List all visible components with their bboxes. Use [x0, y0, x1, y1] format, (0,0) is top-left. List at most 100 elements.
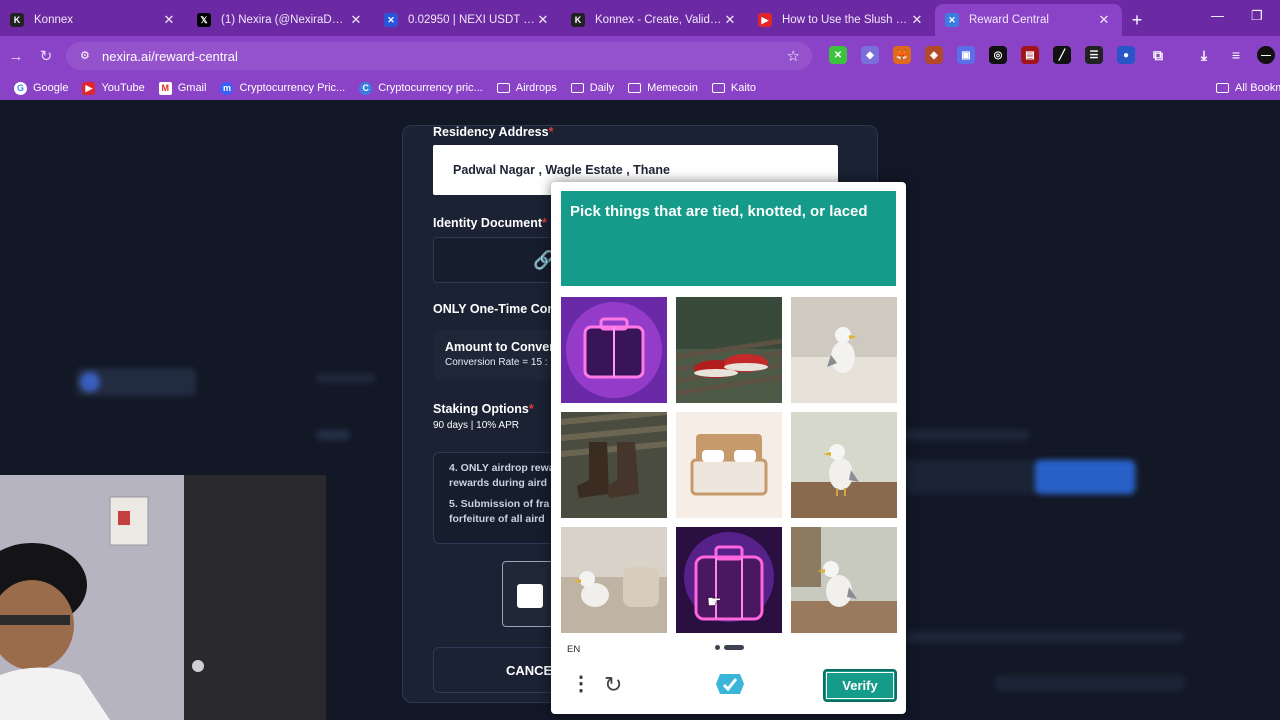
cursor-hand-icon: ☛ [707, 594, 722, 611]
captcha-tile[interactable] [676, 297, 782, 403]
captcha-tile[interactable] [676, 527, 782, 633]
maximize-icon[interactable]: ❐ [1251, 8, 1263, 24]
extension-icon[interactable]: ☰ [1085, 46, 1103, 64]
bookmark-coinmarketcap[interactable]: m Cryptocurrency Pric... [220, 81, 345, 95]
media-control-icon[interactable]: ≡ [1227, 46, 1245, 64]
close-icon[interactable]: ✕ [535, 12, 551, 28]
more-options-icon[interactable]: ⋮ [571, 674, 591, 694]
extension-icon[interactable]: ◎ [989, 46, 1007, 64]
close-icon[interactable]: ✕ [909, 12, 925, 28]
challenge-prompt: Pick things that are tied, knotted, or l… [561, 191, 896, 286]
youtube-icon: ▶ [758, 13, 772, 27]
bookmark-label: Google [33, 82, 69, 94]
extension-icon[interactable]: ╱ [1053, 46, 1071, 64]
folder-icon [711, 83, 725, 93]
close-icon[interactable]: ✕ [348, 12, 364, 28]
extension-icon[interactable]: ◈ [925, 46, 943, 64]
metamask-icon[interactable]: 🦊 [893, 46, 911, 64]
leather-boots-image [561, 412, 667, 518]
new-tab-button[interactable]: + [1122, 4, 1152, 36]
extension-icon[interactable]: ▤ [1021, 46, 1039, 64]
browser-tab[interactable]: K Konnex - Create, Validate, Earn ✕ [561, 4, 748, 36]
captcha-tile[interactable] [791, 297, 897, 403]
minimize-icon[interactable]: — [1211, 8, 1224, 23]
forward-icon[interactable]: → [2, 42, 30, 70]
konnex-icon: K [10, 13, 24, 27]
bookmark-label: Cryptocurrency pric... [378, 82, 483, 94]
captcha-tile[interactable] [791, 412, 897, 518]
captcha-tile[interactable] [561, 297, 667, 403]
captcha-tile[interactable] [791, 527, 897, 633]
google-icon: G [14, 81, 27, 95]
verify-button[interactable]: Verify [823, 669, 897, 702]
hcaptcha-logo-icon [716, 674, 744, 694]
tab-title: Konnex [34, 14, 74, 26]
red-sneakers-image [676, 297, 782, 403]
bookmark-label: Memecoin [647, 82, 698, 94]
browser-tab[interactable]: ✕ 0.02950 | NEXI USDT Spot ✕ [374, 4, 561, 36]
captcha-tile[interactable] [676, 412, 782, 518]
reload-icon[interactable]: ↻ [32, 42, 60, 70]
conversion-label: ONLY One-Time Conve [433, 302, 569, 316]
seagull-kitchen-image [791, 527, 897, 633]
konnex-icon: K [571, 13, 585, 27]
bookmark-coingecko[interactable]: C Cryptocurrency pric... [359, 81, 483, 95]
page-dot-active [724, 645, 744, 650]
checkbox-square [517, 584, 543, 608]
bookmark-folder-airdrops[interactable]: Airdrops [496, 82, 557, 94]
browser-tab[interactable]: 𝕏 (1) Nexira (@NexiraDAEP) / X ✕ [187, 4, 374, 36]
bookmark-google[interactable]: G Google [14, 81, 69, 95]
bookmark-label: Kaito [730, 82, 756, 94]
language-selector[interactable]: EN [567, 644, 580, 655]
browser-tab[interactable]: K Konnex ✕ [0, 4, 187, 36]
bookmark-label: YouTube [101, 82, 145, 94]
extension-icon[interactable]: ▣ [957, 46, 975, 64]
address-bar[interactable]: ⚙ nexira.ai/reward-central ☆ [66, 42, 812, 70]
hcaptcha-challenge: Pick things that are tied, knotted, or l… [551, 182, 906, 714]
seagull-sofa-image [561, 527, 667, 633]
submit-button-blurred [1035, 460, 1135, 494]
folder-icon [1216, 83, 1229, 93]
bookmark-folder-daily[interactable]: Daily [570, 82, 614, 94]
bookmark-gmail[interactable]: M Gmail [158, 81, 206, 95]
extensions-puzzle-icon[interactable]: ⧉ [1149, 46, 1167, 64]
url-text: nexira.ai/reward-central [102, 48, 238, 64]
nexira-icon: ✕ [945, 13, 959, 27]
identity-label: Identity Document* (e [433, 216, 562, 230]
term-line: rewards during aird [449, 477, 548, 489]
neon-suitcase-image [676, 527, 782, 633]
extension-icon[interactable]: ● [1117, 46, 1135, 64]
download-icon[interactable]: ⤓ [1195, 46, 1213, 64]
staking-option-value[interactable]: 90 days | 10% APR [433, 420, 519, 431]
close-icon[interactable]: ✕ [1096, 12, 1112, 28]
bookmark-folder-kaito[interactable]: Kaito [711, 82, 756, 94]
close-icon[interactable]: ✕ [722, 12, 738, 28]
seagull-table-image [791, 412, 897, 518]
amount-to-convert-box[interactable]: Amount to Convert Conversion Rate = 15 : [433, 330, 563, 380]
all-bookmarks[interactable]: All Bookmarks [1216, 82, 1280, 94]
staking-label: Staking Options* [433, 402, 534, 416]
bed-image [676, 412, 782, 518]
cancel-button[interactable]: CANCEL [433, 647, 563, 693]
extension-icon[interactable]: ✕ [829, 46, 847, 64]
nav-item-blurred [316, 373, 376, 383]
extension-icon[interactable]: ◆ [861, 46, 879, 64]
tab-title: 0.02950 | NEXI USDT Spot [408, 14, 535, 26]
tab-title: Konnex - Create, Validate, Earn [595, 14, 722, 26]
gmail-icon: M [158, 81, 172, 95]
coinmarketcap-icon: m [220, 81, 234, 95]
browser-tab[interactable]: ▶ How to Use the Slush Wallet ✕ [748, 4, 935, 36]
refresh-challenge-icon[interactable]: ↻ [604, 672, 622, 698]
close-icon[interactable]: ✕ [161, 12, 177, 28]
profile-avatar-icon[interactable]: — [1257, 46, 1275, 64]
captcha-tile[interactable] [561, 412, 667, 518]
neon-suitcase-image [561, 297, 667, 403]
site-info-icon[interactable]: ⚙ [80, 49, 94, 63]
site-logo-mark [80, 372, 100, 392]
captcha-tile[interactable] [561, 527, 667, 633]
bookmark-youtube[interactable]: ▶ YouTube [82, 81, 145, 95]
bookmark-folder-memecoin[interactable]: Memecoin [628, 82, 698, 94]
browser-tab-active[interactable]: ✕ Reward Central ✕ [935, 4, 1122, 36]
bookmark-star-icon[interactable]: ☆ [787, 47, 800, 65]
residency-label: Residency Address* [433, 125, 554, 139]
